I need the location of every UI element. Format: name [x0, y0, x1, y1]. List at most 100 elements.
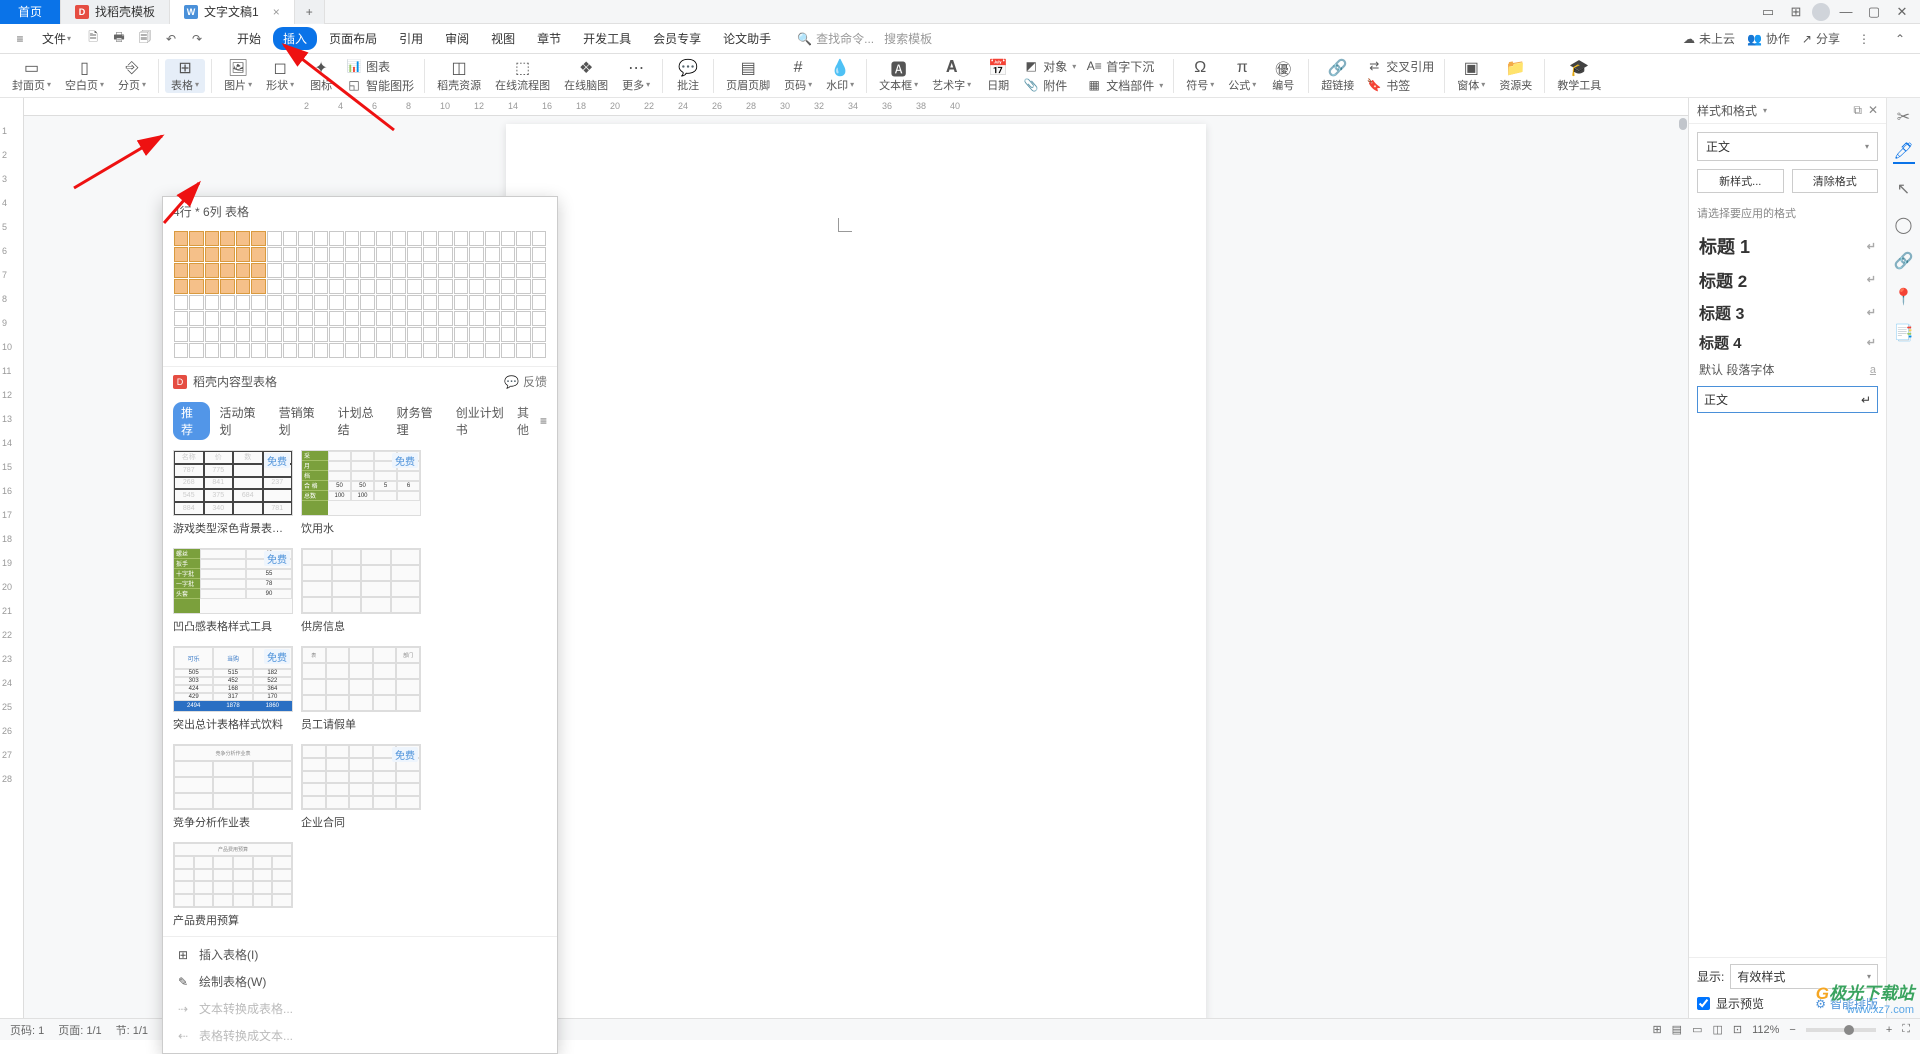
table-grid-cell[interactable]: [329, 279, 344, 294]
ribbon-date[interactable]: 📅日期: [979, 59, 1017, 93]
table-grid-cell[interactable]: [220, 263, 235, 278]
table-grid-cell[interactable]: [485, 327, 500, 342]
ribbon-pagebreak[interactable]: ⎆分页▾: [112, 59, 152, 93]
table-grid-cell[interactable]: [251, 327, 266, 342]
ribbon-window[interactable]: ▣窗体▾: [1451, 59, 1491, 93]
template-item[interactable]: 免费 企业合同: [301, 744, 421, 830]
menutab-view[interactable]: 视图: [481, 27, 525, 50]
table-grid-cell[interactable]: [532, 343, 547, 358]
ribbon-hyperlink[interactable]: 🔗超链接: [1315, 59, 1360, 93]
table-grid-cell[interactable]: [376, 279, 391, 294]
sb-page[interactable]: 页码: 1: [10, 1022, 44, 1038]
ribbon-attach[interactable]: 📎附件: [1023, 77, 1076, 94]
template-category[interactable]: 创业计划书: [448, 402, 515, 440]
more-icon[interactable]: ⋮: [1852, 27, 1876, 51]
show-styles-select[interactable]: 有效样式▾: [1730, 964, 1878, 989]
ribbon-annotate[interactable]: 💬批注: [669, 59, 707, 93]
ribbon-table[interactable]: ⊞表格▾: [165, 59, 205, 93]
table-grid-cell[interactable]: [314, 295, 329, 310]
table-grid-cell[interactable]: [220, 311, 235, 326]
save-icon[interactable]: 🗎: [81, 27, 105, 51]
table-grid-cell[interactable]: [469, 263, 484, 278]
tab-templates[interactable]: D 找稻壳模板: [61, 0, 170, 24]
table-grid-cell[interactable]: [407, 327, 422, 342]
tab-doc[interactable]: W 文字文稿1 ×: [170, 0, 295, 24]
table-grid-cell[interactable]: [454, 231, 469, 246]
layout-icon[interactable]: ▭: [1756, 1, 1780, 23]
ribbon-watermark[interactable]: 💧水印▾: [820, 59, 860, 93]
table-grid-cell[interactable]: [360, 311, 375, 326]
menutab-start[interactable]: 开始: [227, 27, 271, 50]
table-grid-cell[interactable]: [205, 263, 220, 278]
table-grid-cell[interactable]: [392, 343, 407, 358]
table-grid-cell[interactable]: [174, 231, 189, 246]
table-grid-cell[interactable]: [501, 311, 516, 326]
share-button[interactable]: ↗分享: [1802, 30, 1840, 47]
table-grid-cell[interactable]: [220, 295, 235, 310]
table-grid-cell[interactable]: [251, 343, 266, 358]
table-grid-cell[interactable]: [189, 231, 204, 246]
table-grid-cell[interactable]: [251, 295, 266, 310]
table-grid-cell[interactable]: [392, 311, 407, 326]
table-grid-cell[interactable]: [251, 263, 266, 278]
apps-icon[interactable]: ⊞: [1784, 1, 1808, 23]
table-grid-cell[interactable]: [345, 343, 360, 358]
coop-button[interactable]: 👥协作: [1747, 30, 1790, 47]
table-grid-cell[interactable]: [360, 295, 375, 310]
table-grid-cell[interactable]: [267, 311, 282, 326]
table-grid-cell[interactable]: [345, 295, 360, 310]
table-grid-cell[interactable]: [532, 279, 547, 294]
table-grid-cell[interactable]: [438, 247, 453, 262]
table-grid-cell[interactable]: [423, 311, 438, 326]
style-item[interactable]: 默认 段落字体a: [1697, 357, 1878, 382]
table-grid-cell[interactable]: [485, 231, 500, 246]
table-grid-cell[interactable]: [283, 231, 298, 246]
view-print-icon[interactable]: ▤: [1672, 1023, 1682, 1036]
table-grid-cell[interactable]: [376, 343, 391, 358]
ribbon-object[interactable]: ◩对象▾: [1023, 58, 1076, 75]
ribbon-pageno[interactable]: #页码▾: [778, 59, 818, 93]
menutab-pagelayout[interactable]: 页面布局: [319, 27, 387, 50]
ribbon-jx[interactable]: 🎓教学工具: [1551, 59, 1607, 93]
table-grid-cell[interactable]: [438, 311, 453, 326]
table-grid-cell[interactable]: [298, 343, 313, 358]
opt-draw-table[interactable]: ✎绘制表格(W): [163, 968, 557, 995]
vertical-scrollthumb[interactable]: [1679, 118, 1687, 130]
table-grid-cell[interactable]: [205, 343, 220, 358]
table-grid-cell[interactable]: [392, 247, 407, 262]
ribbon-chart[interactable]: 📊图表: [346, 58, 414, 75]
table-grid-cell[interactable]: [469, 231, 484, 246]
table-grid-cell[interactable]: [376, 295, 391, 310]
table-grid-cell[interactable]: [345, 263, 360, 278]
table-grid-cell[interactable]: [376, 231, 391, 246]
clear-format-button[interactable]: 清除格式: [1792, 169, 1879, 193]
table-grid-cell[interactable]: [423, 295, 438, 310]
table-grid-cell[interactable]: [423, 231, 438, 246]
table-grid-cell[interactable]: [454, 263, 469, 278]
table-grid-cell[interactable]: [189, 327, 204, 342]
ribbon-more[interactable]: ⋯更多▾: [616, 59, 656, 93]
table-grid-cell[interactable]: [392, 263, 407, 278]
table-grid-cell[interactable]: [314, 247, 329, 262]
close-panel-icon[interactable]: ✕: [1868, 103, 1878, 118]
table-grid-cell[interactable]: [516, 279, 531, 294]
table-grid-cell[interactable]: [407, 247, 422, 262]
close-icon[interactable]: ✕: [1890, 1, 1914, 23]
table-grid-cell[interactable]: [469, 279, 484, 294]
ribbon-docparts[interactable]: ▦文档部件▾: [1086, 77, 1163, 94]
tool-style-icon[interactable]: 🖊: [1893, 142, 1915, 164]
table-grid-cell[interactable]: [516, 247, 531, 262]
table-grid-cell[interactable]: [267, 231, 282, 246]
ribbon-bookmark[interactable]: 🔖书签: [1366, 77, 1434, 94]
table-size-grid[interactable]: [163, 226, 557, 366]
table-grid-cell[interactable]: [298, 295, 313, 310]
table-grid-cell[interactable]: [454, 279, 469, 294]
table-grid-cell[interactable]: [454, 247, 469, 262]
table-grid-cell[interactable]: [485, 279, 500, 294]
table-grid-cell[interactable]: [267, 343, 282, 358]
ribbon-blank[interactable]: ▯空白页▾: [59, 59, 110, 93]
table-grid-cell[interactable]: [298, 231, 313, 246]
table-grid-cell[interactable]: [345, 247, 360, 262]
table-grid-cell[interactable]: [251, 231, 266, 246]
table-grid-cell[interactable]: [501, 343, 516, 358]
